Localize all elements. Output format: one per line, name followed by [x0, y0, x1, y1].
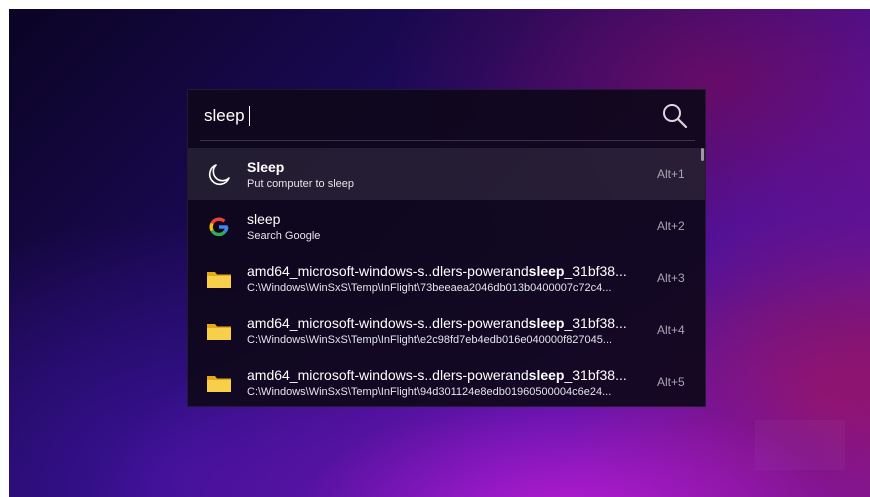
launcher-window: Sleep Put computer to sleep Alt+1 sleep …	[187, 89, 706, 407]
result-shortcut: Alt+1	[657, 167, 685, 181]
results-list: Sleep Put computer to sleep Alt+1 sleep …	[188, 148, 705, 406]
result-shortcut: Alt+2	[657, 219, 685, 233]
result-subtitle: Search Google	[247, 230, 321, 242]
result-subtitle: Put computer to sleep	[247, 178, 355, 190]
search-input[interactable]	[204, 104, 644, 128]
search-icon[interactable]	[661, 102, 689, 130]
google-icon	[209, 217, 229, 237]
result-shortcut: Alt+5	[657, 375, 685, 389]
result-shortcut: Alt+4	[657, 323, 685, 337]
search-bar	[188, 90, 705, 142]
moon-icon	[208, 164, 230, 186]
result-item-folder[interactable]: amd64_microsoft-windows-s..dlers-poweran…	[188, 252, 705, 304]
text-cursor	[249, 106, 250, 126]
wallpaper-highlight	[755, 420, 845, 470]
result-subtitle: C:\Windows\WinSxS\Temp\InFlight\e2c98fd7…	[247, 334, 613, 346]
result-subtitle: C:\Windows\WinSxS\Temp\InFlight\73beeaea…	[247, 282, 612, 294]
result-title: sleep	[247, 211, 281, 227]
result-item-folder[interactable]: amd64_microsoft-windows-s..dlers-poweran…	[188, 356, 705, 406]
result-item-google-search[interactable]: sleep Search Google Alt+2	[188, 200, 705, 252]
result-title: amd64_microsoft-windows-s..dlers-poweran…	[247, 367, 627, 383]
result-title: amd64_microsoft-windows-s..dlers-poweran…	[247, 263, 627, 279]
folder-icon	[207, 376, 231, 392]
folder-icon	[207, 324, 231, 340]
results-scrollbar[interactable]	[701, 148, 704, 161]
folder-icon	[207, 272, 231, 288]
result-subtitle: C:\Windows\WinSxS\Temp\InFlight\94d30112…	[247, 386, 612, 398]
result-title: Sleep	[247, 159, 285, 175]
search-divider	[200, 140, 695, 141]
result-item-folder[interactable]: amd64_microsoft-windows-s..dlers-poweran…	[188, 304, 705, 356]
result-shortcut: Alt+3	[657, 271, 685, 285]
result-item-sleep[interactable]: Sleep Put computer to sleep Alt+1	[188, 148, 705, 200]
result-title: amd64_microsoft-windows-s..dlers-poweran…	[247, 315, 627, 331]
